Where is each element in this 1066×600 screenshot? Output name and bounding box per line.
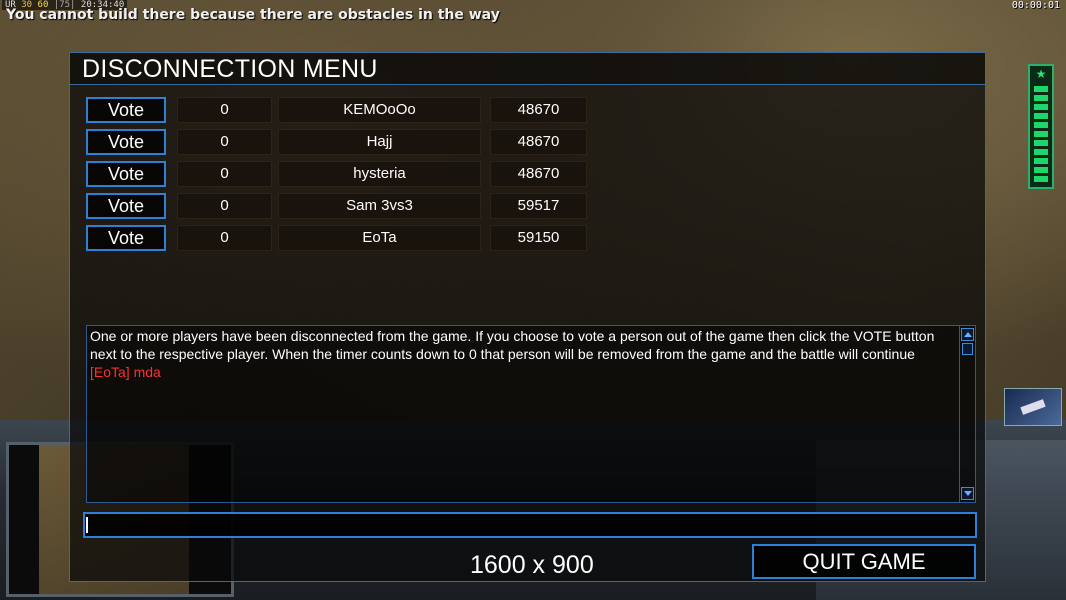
vote-button[interactable]: Vote [86, 161, 166, 187]
vote-count: 0 [177, 161, 272, 187]
player-name: Sam 3vs3 [278, 193, 481, 219]
player-value: 59517 [490, 193, 587, 219]
player-name: hysteria [278, 161, 481, 187]
vote-count: 0 [177, 97, 272, 123]
system-message: You cannot build there because there are… [6, 7, 500, 23]
player-name: KEMOoOo [278, 97, 481, 123]
scroll-up-arrow-icon[interactable] [961, 328, 974, 341]
dialog-header: DISCONNECTION MENU [70, 53, 985, 85]
resolution-label: 1600 x 900 [470, 551, 594, 579]
game-timer: 00:00:01 [1011, 0, 1060, 11]
vote-count: 0 [177, 129, 272, 155]
vote-button[interactable]: Vote [86, 225, 166, 251]
vote-button[interactable]: Vote [86, 193, 166, 219]
satellite-icon[interactable] [1004, 388, 1062, 426]
message-log[interactable]: One or more players have been disconnect… [86, 325, 976, 503]
power-meter [1028, 64, 1054, 189]
scrollbar[interactable] [959, 326, 975, 502]
vote-count: 0 [177, 225, 272, 251]
vote-button[interactable]: Vote [86, 129, 166, 155]
scroll-down-arrow-icon[interactable] [961, 487, 974, 500]
quit-game-button[interactable]: QUIT GAME [752, 544, 976, 579]
dialog-title: DISCONNECTION MENU [82, 55, 378, 83]
disconnect-info: One or more players have been disconnect… [90, 328, 935, 362]
player-value: 59150 [490, 225, 587, 251]
player-name: Hajj [278, 129, 481, 155]
player-value: 48670 [490, 97, 587, 123]
player-value: 48670 [490, 161, 587, 187]
scroll-thumb[interactable] [962, 343, 973, 355]
text-caret [86, 517, 88, 533]
chat-message: [EoTa] mda [90, 364, 161, 380]
vote-button[interactable]: Vote [86, 97, 166, 123]
player-name: EoTa [278, 225, 481, 251]
chat-input[interactable] [83, 512, 977, 538]
vote-count: 0 [177, 193, 272, 219]
player-value: 48670 [490, 129, 587, 155]
disconnection-dialog: DISCONNECTION MENU Vote 0 KEMOoOo 48670 … [69, 52, 986, 582]
info-text: One or more players have been disconnect… [90, 327, 958, 381]
star-icon: ★ [1035, 67, 1047, 81]
